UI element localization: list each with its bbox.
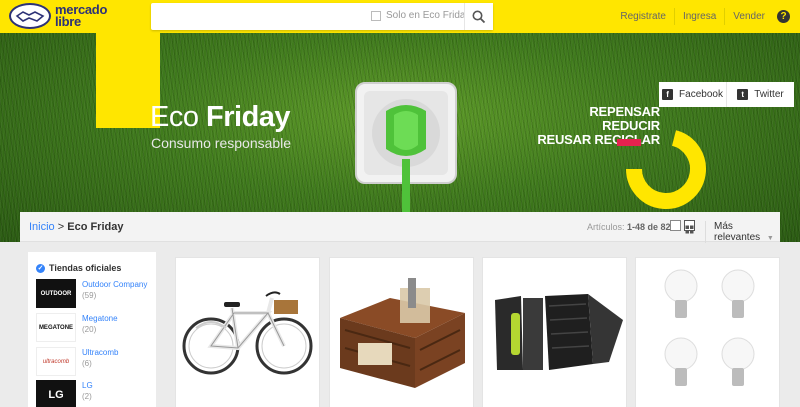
verified-icon: ✓ [36,263,45,273]
nav-vender[interactable]: Vender [725,8,773,25]
breadcrumb-current: Eco Friday [67,221,124,233]
facebook-share-button[interactable]: f Facebook [659,82,727,107]
twitter-share-button[interactable]: t Twitter [727,82,794,107]
grid-view-icon[interactable] [684,220,695,234]
search-input[interactable] [157,7,357,26]
top-header: mercado libre Solo en Eco Friday Registr… [0,0,800,33]
megatone-logo: MEGATONE [36,313,76,342]
store-outdoor-company[interactable]: OUTDOOR Outdoor Company (59) [36,279,147,308]
twitter-icon: t [737,89,749,100]
list-view-icon[interactable] [670,220,681,231]
chevron-down-icon: ▼ [766,235,774,242]
breadcrumb-bar: Inicio > Eco Friday Artículos: 1-48 de 8… [20,212,780,243]
search-button[interactable] [464,3,493,30]
official-stores-panel: ✓ Tiendas oficiales OUTDOOR Outdoor Comp… [28,252,156,407]
nav-ingresa[interactable]: Ingresa [675,8,726,25]
facebook-icon: f [662,89,674,100]
banner-subtitle: Consumo responsable [151,135,292,151]
view-toggle [670,220,695,234]
product-card-bicycle[interactable] [175,257,320,407]
results-count: Artículos: 1-48 de 827 [587,222,676,232]
sort-dropdown[interactable]: Más relevantes ▼ [705,221,780,243]
ultracomb-logo: ultracomb [36,347,76,376]
product-card-solar-charger[interactable] [482,257,627,407]
eco-friday-checkbox-label: Solo en Eco Friday [386,10,471,21]
header-nav: Registrate Ingresa Vender ? [612,0,800,33]
social-share-bar: f Facebook t Twitter [659,82,794,107]
lg-logo: LG [36,380,76,407]
store-ultracomb[interactable]: ultracomb Ultracomb (6) [36,347,118,376]
mercadolibre-logo[interactable]: mercado libre [9,3,107,29]
wooden-crates-image [340,278,465,388]
eco-friday-banner: Eco Friday Consumo responsable REPENSAR … [0,33,800,242]
store-lg[interactable]: LG LG (2) [36,380,93,407]
outdoor-company-logo: OUTDOOR [36,279,76,308]
breadcrumb-home-link[interactable]: Inicio [29,221,55,233]
official-stores-title: ✓ Tiendas oficiales [36,263,122,273]
eco-friday-checkbox[interactable] [371,10,381,21]
banner-title: Eco Friday [150,101,291,133]
handshake-icon [9,3,51,29]
solar-charger-image [495,294,623,370]
product-card-led-bulbs[interactable] [635,257,780,407]
nav-registrate[interactable]: Registrate [612,8,675,25]
logo-text-libre: libre [55,14,81,29]
eco-friday-filter[interactable]: Solo en Eco Friday [371,10,471,21]
breadcrumb: Inicio > Eco Friday [29,221,124,233]
product-card-wooden-crates[interactable] [329,257,474,407]
help-icon[interactable]: ? [777,10,790,23]
bicycle-image [182,291,313,375]
store-megatone[interactable]: MEGATONE Megatone (20) [36,313,118,342]
led-bulbs-image [664,269,755,386]
recycle-ring-icon [617,130,706,209]
search-box: Solo en Eco Friday [151,3,493,30]
search-icon [472,10,486,23]
